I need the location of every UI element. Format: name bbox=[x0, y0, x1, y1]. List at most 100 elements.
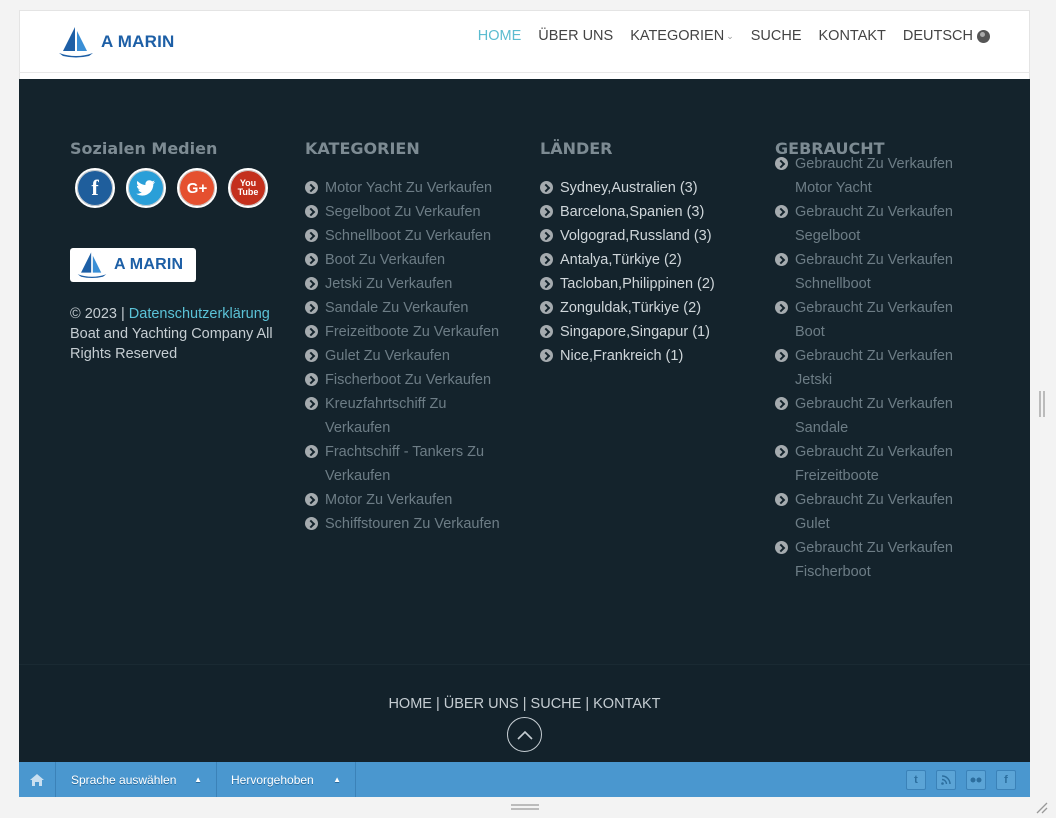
home-icon bbox=[30, 773, 44, 786]
list-item-label: Jetski Zu Verkaufen bbox=[325, 276, 453, 292]
list-item[interactable]: Nice,Frankreich (1) bbox=[540, 344, 750, 368]
chevron-right-icon bbox=[775, 301, 788, 314]
chevron-right-icon bbox=[540, 277, 553, 290]
list-item[interactable]: Antalya,Türkiye (2) bbox=[540, 248, 750, 272]
chevron-right-icon bbox=[305, 373, 318, 386]
list-item-label: Schiffstouren Zu Verkaufen bbox=[325, 516, 500, 532]
list-item[interactable]: Gebraucht Zu Verkaufen Schnellboot bbox=[775, 248, 975, 296]
bottom-toolbar: Sprache auswählen ▲ Hervorgehoben ▲ t f bbox=[19, 762, 1030, 797]
list-item[interactable]: Barcelona,Spanien (3) bbox=[540, 200, 750, 224]
list-item-label: Sandale Zu Verkaufen bbox=[325, 300, 469, 316]
footer-col-social: Sozialen Medien f G+ You Tube A MARIN © 2… bbox=[70, 139, 280, 364]
chevron-right-icon bbox=[775, 349, 788, 362]
footer-link-suche[interactable]: SUCHE bbox=[531, 696, 582, 712]
list-item[interactable]: Schnellboot Zu Verkaufen bbox=[305, 224, 515, 248]
rss-icon[interactable] bbox=[936, 770, 956, 790]
list-item[interactable]: Schiffstouren Zu Verkaufen bbox=[305, 512, 515, 536]
youtube-icon[interactable]: You Tube bbox=[228, 168, 268, 208]
nav-suche[interactable]: SUCHE bbox=[751, 28, 802, 44]
list-item-label: Kreuzfahrtschiff Zu Verkaufen bbox=[325, 396, 447, 436]
list-item[interactable]: Kreuzfahrtschiff Zu Verkaufen bbox=[305, 392, 515, 440]
list-item-label: Segelboot Zu Verkaufen bbox=[325, 204, 481, 220]
list-item[interactable]: Freizeitboote Zu Verkaufen bbox=[305, 320, 515, 344]
footer-bottom: HOME | ÜBER UNS | SUCHE | KONTAKT bbox=[19, 664, 1030, 762]
copyright-prefix: © 2023 | bbox=[70, 306, 125, 322]
list-item[interactable]: Motor Zu Verkaufen bbox=[305, 488, 515, 512]
gebraucht-list: Gebraucht Zu Verkaufen Motor Yacht Gebrau… bbox=[775, 152, 975, 584]
triangle-up-icon: ▲ bbox=[194, 775, 202, 784]
horizontal-resize-grip[interactable] bbox=[511, 804, 539, 810]
chevron-right-icon bbox=[305, 181, 318, 194]
list-item[interactable]: Gulet Zu Verkaufen bbox=[305, 344, 515, 368]
list-item[interactable]: Gebraucht Zu Verkaufen Fischerboot bbox=[775, 536, 975, 584]
site-logo[interactable]: A MARIN bbox=[57, 25, 174, 59]
list-item-label: Schnellboot Zu Verkaufen bbox=[325, 228, 492, 244]
nav-kategorien-label: KATEGORIEN bbox=[630, 28, 725, 44]
language-select-button[interactable]: Sprache auswählen ▲ bbox=[56, 762, 217, 797]
list-item[interactable]: Gebraucht Zu Verkaufen Freizeitboote bbox=[775, 440, 975, 488]
footer-logo-text: A MARIN bbox=[114, 256, 184, 273]
sailboat-logo-icon bbox=[77, 252, 107, 279]
list-item-label: Zonguldak,Türkiye (2) bbox=[560, 300, 702, 316]
chevron-right-icon bbox=[775, 253, 788, 266]
featured-button[interactable]: Hervorgehoben ▲ bbox=[217, 762, 356, 797]
social-icons: f G+ You Tube bbox=[75, 168, 280, 208]
list-item[interactable]: Gebraucht Zu Verkaufen Motor Yacht bbox=[775, 152, 975, 200]
list-item[interactable]: Segelboot Zu Verkaufen bbox=[305, 200, 515, 224]
resize-corner-icon[interactable] bbox=[1034, 800, 1048, 814]
list-item-label: Gebraucht Zu Verkaufen Jetski bbox=[795, 348, 953, 388]
nav-ueber-uns[interactable]: ÜBER UNS bbox=[538, 28, 613, 44]
list-item[interactable]: Frachtschiff - Tankers Zu Verkaufen bbox=[305, 440, 515, 488]
laender-list: Sydney,Australien (3) Barcelona,Spanien (… bbox=[540, 176, 750, 368]
privacy-link[interactable]: Datenschutzerklärung bbox=[129, 306, 270, 322]
list-item-label: Fischerboot Zu Verkaufen bbox=[325, 372, 492, 388]
footer-link-ueber-uns[interactable]: ÜBER UNS bbox=[444, 696, 519, 712]
chevron-right-icon bbox=[540, 205, 553, 218]
nav-kategorien[interactable]: KATEGORIEN ⌄ bbox=[630, 28, 734, 44]
list-item[interactable]: Sandale Zu Verkaufen bbox=[305, 296, 515, 320]
chevron-right-icon bbox=[540, 349, 553, 362]
chevron-right-icon bbox=[540, 181, 553, 194]
list-item[interactable]: Singapore,Singapur (1) bbox=[540, 320, 750, 344]
scroll-to-top-button[interactable] bbox=[507, 717, 542, 752]
footer-link-home[interactable]: HOME bbox=[388, 696, 432, 712]
list-item[interactable]: Gebraucht Zu Verkaufen Boot bbox=[775, 296, 975, 344]
nav-home[interactable]: HOME bbox=[478, 28, 522, 44]
twitter-icon[interactable] bbox=[126, 168, 166, 208]
chevron-right-icon bbox=[775, 541, 788, 554]
list-item[interactable]: Gebraucht Zu Verkaufen Gulet bbox=[775, 488, 975, 536]
facebook-icon[interactable]: f bbox=[75, 168, 115, 208]
list-item[interactable]: Fischerboot Zu Verkaufen bbox=[305, 368, 515, 392]
chevron-right-icon bbox=[775, 157, 788, 170]
chevron-right-icon bbox=[305, 445, 318, 458]
list-item[interactable]: Gebraucht Zu Verkaufen Jetski bbox=[775, 344, 975, 392]
chevron-right-icon bbox=[540, 253, 553, 266]
google-plus-icon[interactable]: G+ bbox=[177, 168, 217, 208]
list-item[interactable]: Tacloban,Philippinen (2) bbox=[540, 272, 750, 296]
nav-kontakt[interactable]: KONTAKT bbox=[819, 28, 886, 44]
list-item-label: Barcelona,Spanien (3) bbox=[560, 204, 705, 220]
footer-logo[interactable]: A MARIN bbox=[70, 248, 196, 282]
list-item-label: Motor Yacht Zu Verkaufen bbox=[325, 180, 493, 196]
list-item[interactable]: Sydney,Australien (3) bbox=[540, 176, 750, 200]
list-item[interactable]: Motor Yacht Zu Verkaufen bbox=[305, 176, 515, 200]
footer-link-kontakt[interactable]: KONTAKT bbox=[593, 696, 660, 712]
vertical-resize-grip[interactable] bbox=[1039, 391, 1045, 417]
list-item[interactable]: Gebraucht Zu Verkaufen Segelboot bbox=[775, 200, 975, 248]
facebook-icon[interactable]: f bbox=[996, 770, 1016, 790]
list-item-label: Gebraucht Zu Verkaufen Motor Yacht bbox=[795, 156, 953, 196]
chevron-right-icon bbox=[305, 349, 318, 362]
list-item[interactable]: Volgograd,Russland (3) bbox=[540, 224, 750, 248]
chevron-right-icon bbox=[305, 517, 318, 530]
list-item[interactable]: Boot Zu Verkaufen bbox=[305, 248, 515, 272]
list-item-label: Gebraucht Zu Verkaufen Segelboot bbox=[795, 204, 953, 244]
chevron-right-icon bbox=[305, 253, 318, 266]
list-item[interactable]: Zonguldak,Türkiye (2) bbox=[540, 296, 750, 320]
nav-language[interactable]: DEUTSCH bbox=[903, 28, 990, 44]
flickr-icon[interactable] bbox=[966, 770, 986, 790]
list-item[interactable]: Gebraucht Zu Verkaufen Sandale bbox=[775, 392, 975, 440]
list-item[interactable]: Jetski Zu Verkaufen bbox=[305, 272, 515, 296]
home-button[interactable] bbox=[19, 762, 56, 797]
twitter-icon[interactable]: t bbox=[906, 770, 926, 790]
list-item-label: Gebraucht Zu Verkaufen Fischerboot bbox=[795, 540, 953, 580]
